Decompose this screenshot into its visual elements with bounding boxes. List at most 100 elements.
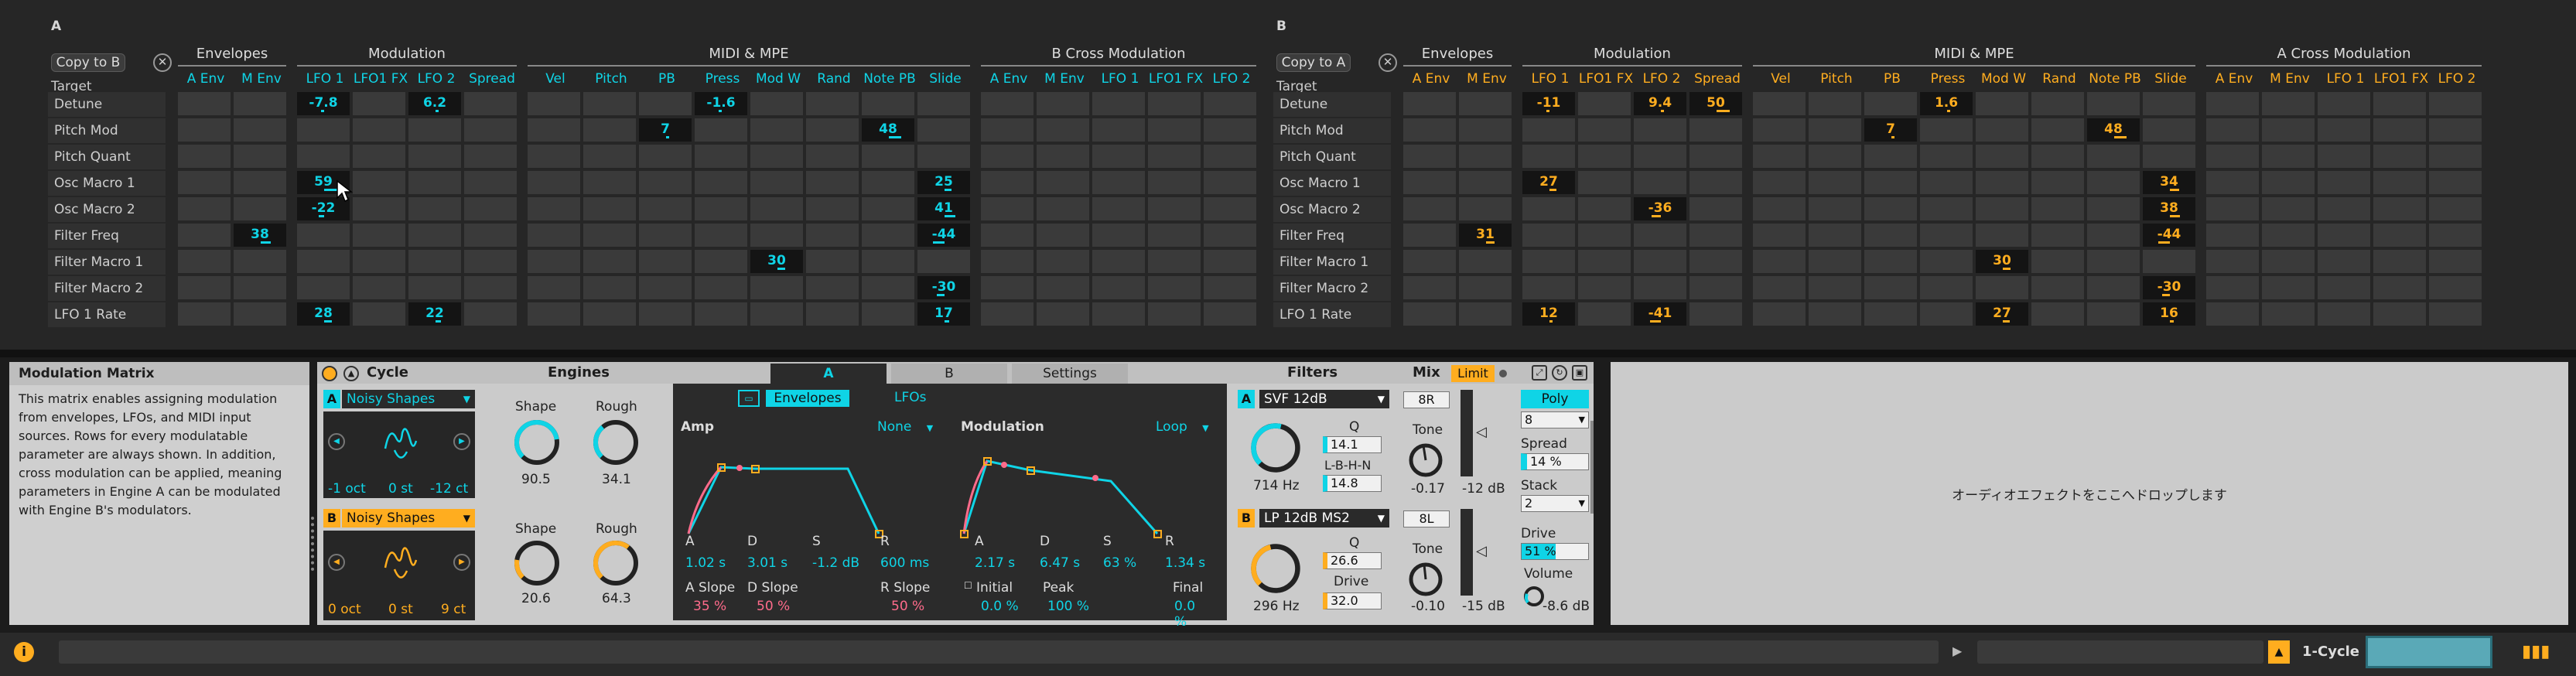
matrix-cell[interactable] (2429, 250, 2483, 275)
matrix-cell[interactable] (981, 171, 1035, 196)
filter-a-q-field[interactable]: 14.1 (1323, 436, 1382, 453)
matrix-cell[interactable] (408, 145, 463, 169)
matrix-cell[interactable] (2262, 145, 2316, 169)
matrix-cell[interactable]: 30 (750, 250, 805, 275)
matrix-cell[interactable] (862, 276, 916, 301)
matrix-cell[interactable] (1976, 197, 2030, 222)
matrix-cell[interactable] (1037, 197, 1091, 222)
matrix-cell[interactable] (1864, 171, 1918, 196)
matrix-cell[interactable] (464, 224, 518, 248)
matrix-cell[interactable] (297, 118, 351, 143)
filter-b-freq-knob[interactable] (1249, 541, 1303, 596)
matrix-cell[interactable] (297, 250, 351, 275)
matrix-cell[interactable] (2031, 197, 2086, 222)
matrix-cell[interactable]: 7 (639, 118, 693, 143)
matrix-cell[interactable] (1920, 276, 1974, 301)
engine-b-shape-knob[interactable] (512, 538, 562, 588)
matrix-cell[interactable] (695, 197, 749, 222)
mod-r-value[interactable]: 1.34 s (1165, 555, 1205, 571)
matrix-cell[interactable] (1403, 224, 1457, 248)
matrix-cell[interactable] (353, 276, 407, 301)
matrix-cell[interactable] (178, 171, 232, 196)
matrix-cell[interactable] (2373, 250, 2427, 275)
matrix-cell[interactable] (750, 171, 805, 196)
matrix-cell[interactable] (2206, 224, 2260, 248)
subtab-lfos[interactable]: LFOs (894, 390, 927, 405)
matrix-cell[interactable] (1037, 171, 1091, 196)
matrix-cell[interactable] (695, 118, 749, 143)
matrix-cell[interactable] (639, 276, 693, 301)
audio-effect-drop-zone[interactable]: オーディオエフェクトをここへドロップします (1611, 362, 2568, 625)
matrix-cell[interactable] (1522, 250, 1577, 275)
matrix-cell[interactable] (1522, 145, 1577, 169)
matrix-cell[interactable] (1037, 276, 1091, 301)
matrix-cell[interactable] (1753, 276, 1807, 301)
tab-b[interactable]: B (891, 364, 1007, 384)
matrix-cell[interactable] (981, 224, 1035, 248)
matrix-cell[interactable] (695, 145, 749, 169)
matrix-cell[interactable] (806, 302, 860, 327)
mix-a-tone-knob[interactable] (1406, 441, 1445, 480)
matrix-cell[interactable] (695, 250, 749, 275)
matrix-cell[interactable] (1689, 276, 1744, 301)
save-preset-icon[interactable]: ▣ (1572, 365, 1587, 381)
matrix-cell[interactable] (1920, 171, 1974, 196)
matrix-cell[interactable]: 41 (917, 197, 972, 222)
matrix-cell[interactable] (2373, 118, 2427, 143)
matrix-cell[interactable]: 7 (1864, 118, 1918, 143)
matrix-cell[interactable] (2206, 92, 2260, 117)
engine-a-letter[interactable]: A (323, 390, 340, 408)
matrix-cell[interactable] (2373, 145, 2427, 169)
matrix-cell[interactable] (528, 197, 582, 222)
matrix-cell[interactable] (917, 118, 972, 143)
matrix-cell[interactable] (2031, 92, 2086, 117)
matrix-cell[interactable] (2429, 224, 2483, 248)
copy-to-b-button[interactable]: Copy to B (51, 53, 125, 72)
matrix-cell[interactable] (2031, 171, 2086, 196)
matrix-cell[interactable] (1403, 276, 1457, 301)
matrix-cell[interactable] (1920, 250, 1974, 275)
matrix-cell[interactable] (2031, 145, 2086, 169)
matrix-cell[interactable] (2318, 92, 2372, 117)
matrix-cell[interactable] (1689, 145, 1744, 169)
matrix-cell[interactable] (1148, 224, 1202, 248)
matrix-cell[interactable] (2087, 171, 2141, 196)
matrix-cell[interactable] (2318, 224, 2372, 248)
matrix-cell[interactable] (1459, 197, 1513, 222)
mod-peak-value[interactable]: 100 % (1047, 599, 1089, 614)
matrix-cell[interactable] (2262, 197, 2316, 222)
matrix-cell[interactable] (1689, 302, 1744, 327)
matrix-cell[interactable] (1037, 145, 1091, 169)
mix-b-fader-arrow-icon[interactable]: ◁ (1476, 543, 1487, 559)
matrix-cell[interactable] (178, 118, 232, 143)
matrix-cell[interactable] (1809, 250, 1863, 275)
matrix-cell[interactable] (1809, 276, 1863, 301)
matrix-cell[interactable] (2318, 197, 2372, 222)
matrix-cell[interactable] (1634, 171, 1688, 196)
matrix-cell[interactable] (750, 145, 805, 169)
engine-a-next-icon[interactable]: ▶ (453, 433, 470, 450)
amp-env-mode-select[interactable]: None ▼ (877, 419, 933, 435)
matrix-cell[interactable] (353, 224, 407, 248)
matrix-cell[interactable] (806, 197, 860, 222)
matrix-cell[interactable]: -1.6 (695, 92, 749, 117)
matrix-cell[interactable]: 38 (234, 224, 288, 248)
matrix-cell[interactable] (297, 145, 351, 169)
matrix-cell[interactable] (1403, 118, 1457, 143)
matrix-cell[interactable] (639, 197, 693, 222)
matrix-cell[interactable] (639, 302, 693, 327)
hot-swap-icon[interactable]: ↻ (1552, 365, 1567, 381)
matrix-cell[interactable] (583, 276, 637, 301)
matrix-cell[interactable] (2373, 92, 2427, 117)
matrix-cell[interactable] (1689, 224, 1744, 248)
matrix-cell[interactable]: 27 (1976, 302, 2030, 327)
clip-overview-thumbnail[interactable] (2366, 636, 2492, 668)
matrix-cell[interactable] (353, 302, 407, 327)
matrix-cell[interactable] (1920, 197, 1974, 222)
matrix-cell[interactable] (1092, 118, 1146, 143)
matrix-cell[interactable] (2429, 92, 2483, 117)
info-toggle-icon[interactable]: i (14, 642, 34, 662)
matrix-cell[interactable] (1634, 118, 1688, 143)
matrix-cell[interactable] (981, 276, 1035, 301)
mod-d-value[interactable]: 6.47 s (1040, 555, 1080, 571)
